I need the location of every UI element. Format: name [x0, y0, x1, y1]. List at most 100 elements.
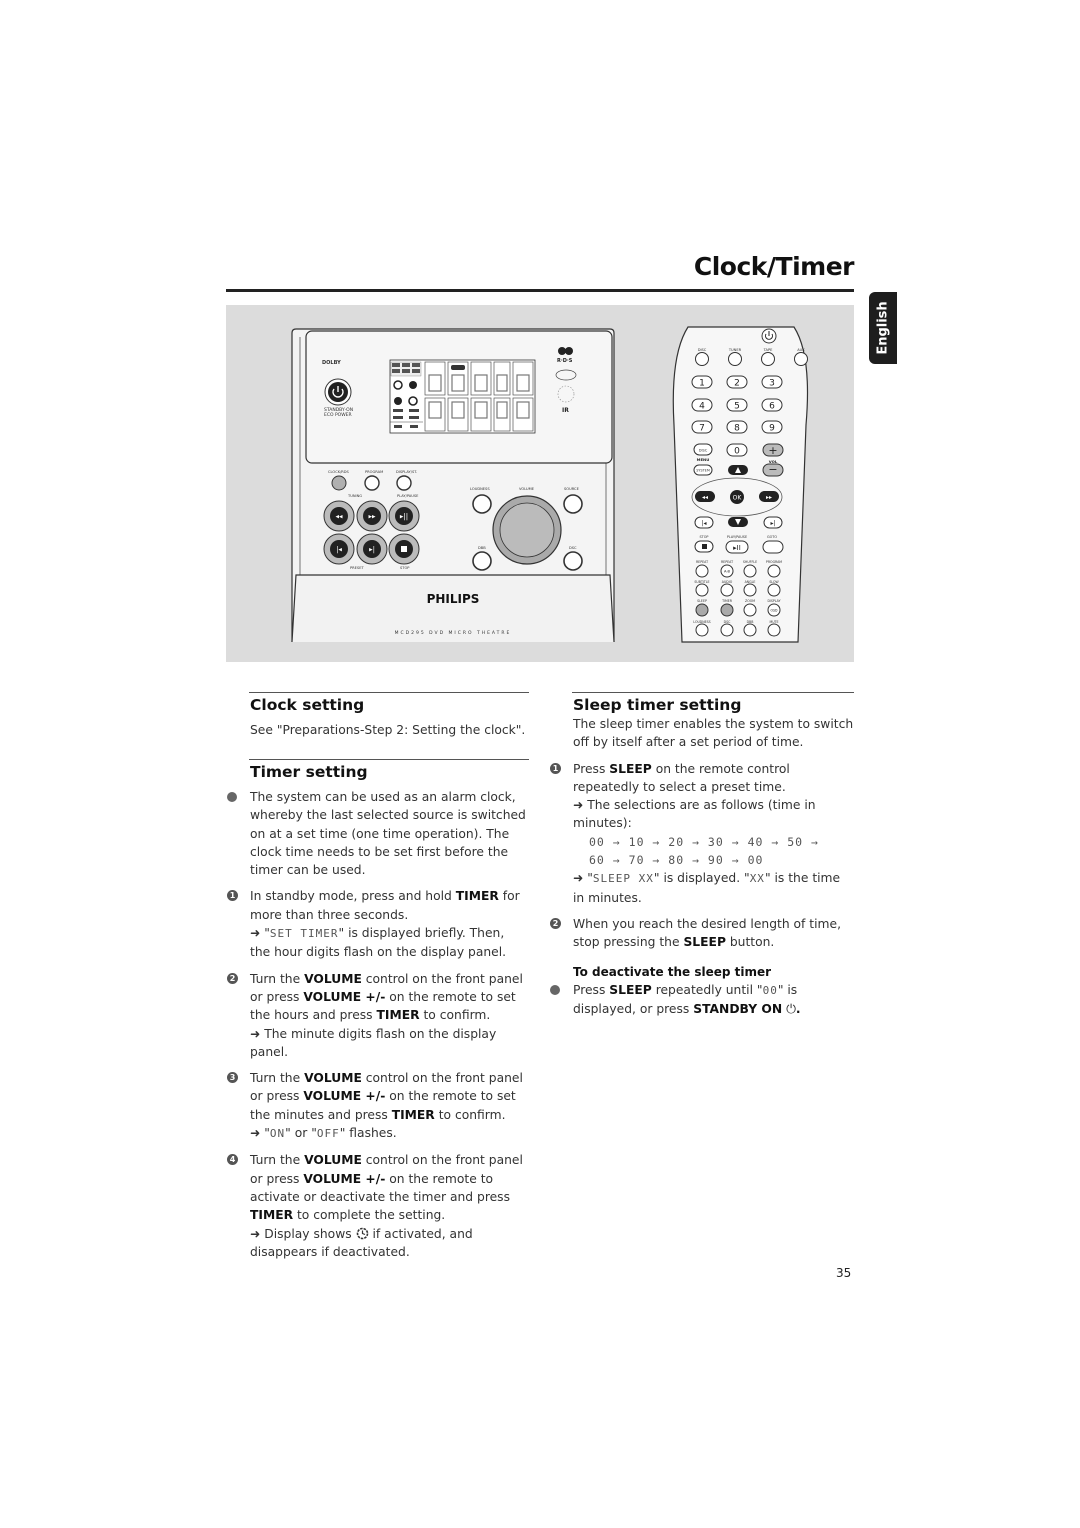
- digit-6-button[interactable]: 6: [761, 398, 783, 412]
- tuning-forward-button[interactable]: ▸▸: [356, 500, 388, 532]
- digit-label: 7: [699, 424, 705, 434]
- dbb-button[interactable]: [472, 551, 492, 571]
- digit-7-button[interactable]: 7: [691, 420, 713, 434]
- remote-repeat-button[interactable]: A-B: [720, 564, 734, 578]
- key-label: SHUFFLE: [743, 560, 757, 564]
- remote-audio-button[interactable]: [720, 583, 734, 597]
- source-button[interactable]: [563, 494, 583, 514]
- digit-0-button[interactable]: 0: [726, 443, 748, 457]
- sleep-value: 40: [747, 834, 764, 849]
- system-menu-button[interactable]: SYSTEM: [693, 464, 713, 476]
- rewind-icon: ◂◂: [702, 494, 708, 501]
- disc-menu-button[interactable]: DISC: [693, 443, 713, 456]
- remote-aux-button[interactable]: [794, 352, 808, 366]
- page-number: 35: [836, 1266, 852, 1280]
- remote-slow-button[interactable]: [767, 583, 781, 597]
- language-tab: English: [869, 292, 897, 364]
- program-button[interactable]: [364, 475, 380, 491]
- remote-program-button[interactable]: [767, 564, 781, 578]
- goto-button[interactable]: [762, 540, 784, 554]
- digit-1-button[interactable]: 1: [691, 375, 713, 389]
- lcd-display: [389, 359, 536, 434]
- bold-text: VOLUME +/-: [303, 1089, 386, 1104]
- sleep-value: 30: [707, 834, 724, 849]
- remote-angle-button[interactable]: [743, 583, 757, 597]
- ir-label: IR: [562, 407, 569, 414]
- stop-button[interactable]: [388, 533, 420, 565]
- svg-text:|◂: |◂: [336, 546, 342, 554]
- preset-next-button[interactable]: ▸|: [356, 533, 388, 565]
- next-button[interactable]: ▸|: [763, 516, 783, 529]
- eco-power-label: ECO POWER: [324, 412, 352, 418]
- remote-dbb-button[interactable]: [743, 623, 757, 637]
- remote-tape-button[interactable]: [761, 352, 775, 366]
- loudness-button[interactable]: [472, 494, 492, 514]
- remote-play-pause-button[interactable]: ▸II: [725, 540, 749, 554]
- lcd-text: OFF: [316, 1127, 340, 1141]
- product-illustration: DOLBY STANDBY·ON ECO POWER R·D·S IR CLOC…: [226, 305, 854, 662]
- step-marker-2: 2: [550, 917, 561, 929]
- digit-8-button[interactable]: 8: [726, 420, 748, 434]
- remote-stop-button[interactable]: [694, 540, 714, 553]
- sleep-value: 00: [747, 853, 764, 868]
- text: In standby mode, press and hold: [250, 889, 456, 904]
- previous-button[interactable]: |◂: [694, 516, 714, 529]
- key-label: ANGLE: [745, 580, 756, 584]
- brand-logo: PHILIPS: [427, 592, 480, 606]
- remote-power-button[interactable]: [761, 328, 777, 344]
- sleep-value: 10: [628, 834, 645, 849]
- dsc-button[interactable]: [563, 551, 583, 571]
- sleep-time-sequence: 00 → 10 → 20 → 30 → 40 → 50 → 60 → 70 → …: [573, 833, 839, 870]
- timer-intro-text: The system can be used as an alarm clock…: [250, 790, 526, 878]
- digit-label: 2: [734, 379, 740, 389]
- digit-label: 0: [734, 447, 740, 457]
- clock-rds-button[interactable]: [331, 475, 347, 491]
- step-marker-2: 2: [227, 972, 238, 984]
- deactivate-heading: To deactivate the sleep timer: [573, 964, 772, 979]
- remote-tuner-button[interactable]: [728, 352, 742, 366]
- remote-shuffle-button[interactable]: [743, 564, 757, 578]
- preset-previous-button[interactable]: |◂: [323, 533, 355, 565]
- source-label: AUX: [797, 348, 805, 352]
- volume-up-button[interactable]: +: [762, 443, 784, 457]
- digit-3-button[interactable]: 3: [761, 375, 783, 389]
- digit-5-button[interactable]: 5: [726, 398, 748, 412]
- remote-dsc-button[interactable]: [720, 623, 734, 637]
- display-st-button[interactable]: [396, 475, 412, 491]
- remote-timer-button[interactable]: [720, 603, 734, 617]
- remote-repeat-button[interactable]: [695, 564, 709, 578]
- timer-setting-rule: [249, 759, 529, 760]
- volume-knob[interactable]: [492, 495, 562, 565]
- remote-mute-button[interactable]: [767, 623, 781, 637]
- tuning-back-button[interactable]: ◂◂: [323, 500, 355, 532]
- bold-text: TIMER: [391, 1107, 435, 1122]
- volume-down-button[interactable]: −: [762, 463, 784, 477]
- remote-zoom-button[interactable]: [743, 603, 757, 617]
- down-button[interactable]: [728, 517, 748, 527]
- arrow-icon: ➜: [250, 926, 261, 941]
- remote-disc-button[interactable]: [695, 352, 709, 366]
- standby-button[interactable]: [324, 378, 352, 406]
- svg-text:DOLBY: DOLBY: [322, 360, 341, 366]
- lcd-text: ON: [269, 1127, 286, 1141]
- play-pause-button[interactable]: ▸||: [388, 500, 420, 532]
- fast-forward-button[interactable]: ▸▸: [759, 491, 779, 502]
- ok-button[interactable]: OK: [730, 490, 744, 504]
- step-marker-1: 1: [550, 762, 561, 774]
- text: The minute digits flash on the display p…: [250, 1026, 497, 1059]
- source-label: DISC: [698, 348, 707, 352]
- remote-sleep-button[interactable]: [695, 603, 709, 617]
- digit-2-button[interactable]: 2: [726, 375, 748, 389]
- lcd-text: 00: [762, 983, 778, 997]
- key-label: SLOW: [769, 580, 779, 584]
- remote-subtitle-button[interactable]: [695, 583, 709, 597]
- remote-loudness-button[interactable]: [695, 623, 709, 637]
- key-label: PLAY/PAUSE: [727, 535, 747, 539]
- digit-9-button[interactable]: 9: [761, 420, 783, 434]
- previous-icon: |◂: [701, 520, 706, 527]
- volume-label: VOLUME: [519, 487, 535, 491]
- rewind-button[interactable]: ◂◂: [695, 491, 715, 502]
- timer-setting-content: The system can be used as an alarm clock…: [227, 788, 526, 1261]
- digit-4-button[interactable]: 4: [691, 398, 713, 412]
- up-button[interactable]: [728, 465, 748, 475]
